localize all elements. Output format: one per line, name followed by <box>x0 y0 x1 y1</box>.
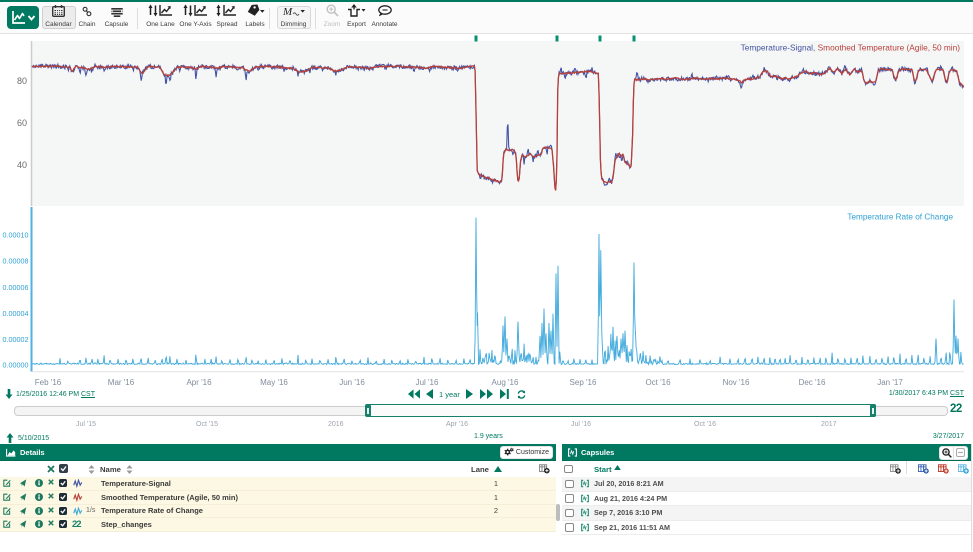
svg-text:Aug '16: Aug '16 <box>492 378 519 387</box>
svg-text:80: 80 <box>17 76 27 86</box>
svg-text:May '16: May '16 <box>260 378 288 387</box>
svg-text:0.00006: 0.00006 <box>3 283 29 292</box>
svg-text:0.00004: 0.00004 <box>3 309 29 318</box>
svg-text:Temperature-Signal, Smoothed T: Temperature-Signal, Smoothed Temperature… <box>741 43 961 53</box>
svg-text:Jan '17: Jan '17 <box>877 378 903 387</box>
svg-text:Jul '16: Jul '16 <box>416 378 439 387</box>
svg-text:Dec '16: Dec '16 <box>799 378 826 387</box>
svg-text:40: 40 <box>17 160 27 170</box>
svg-text:Nov '16: Nov '16 <box>723 378 750 387</box>
svg-text:Temperature Rate of Change: Temperature Rate of Change <box>847 213 953 222</box>
svg-text:Mar '16: Mar '16 <box>108 378 135 387</box>
svg-text:0.00008: 0.00008 <box>3 257 29 266</box>
svg-text:Sep '16: Sep '16 <box>570 378 597 387</box>
svg-text:Jun '16: Jun '16 <box>339 378 365 387</box>
svg-text:0.00010: 0.00010 <box>3 231 29 240</box>
svg-text:60: 60 <box>17 118 27 128</box>
svg-text:Feb '16: Feb '16 <box>35 378 62 387</box>
svg-text:0.00000: 0.00000 <box>3 361 29 370</box>
svg-text:Oct '16: Oct '16 <box>645 378 671 387</box>
svg-text:0.00002: 0.00002 <box>3 335 29 344</box>
svg-text:M: M <box>282 6 293 17</box>
svg-text:Apr '16: Apr '16 <box>186 378 212 387</box>
